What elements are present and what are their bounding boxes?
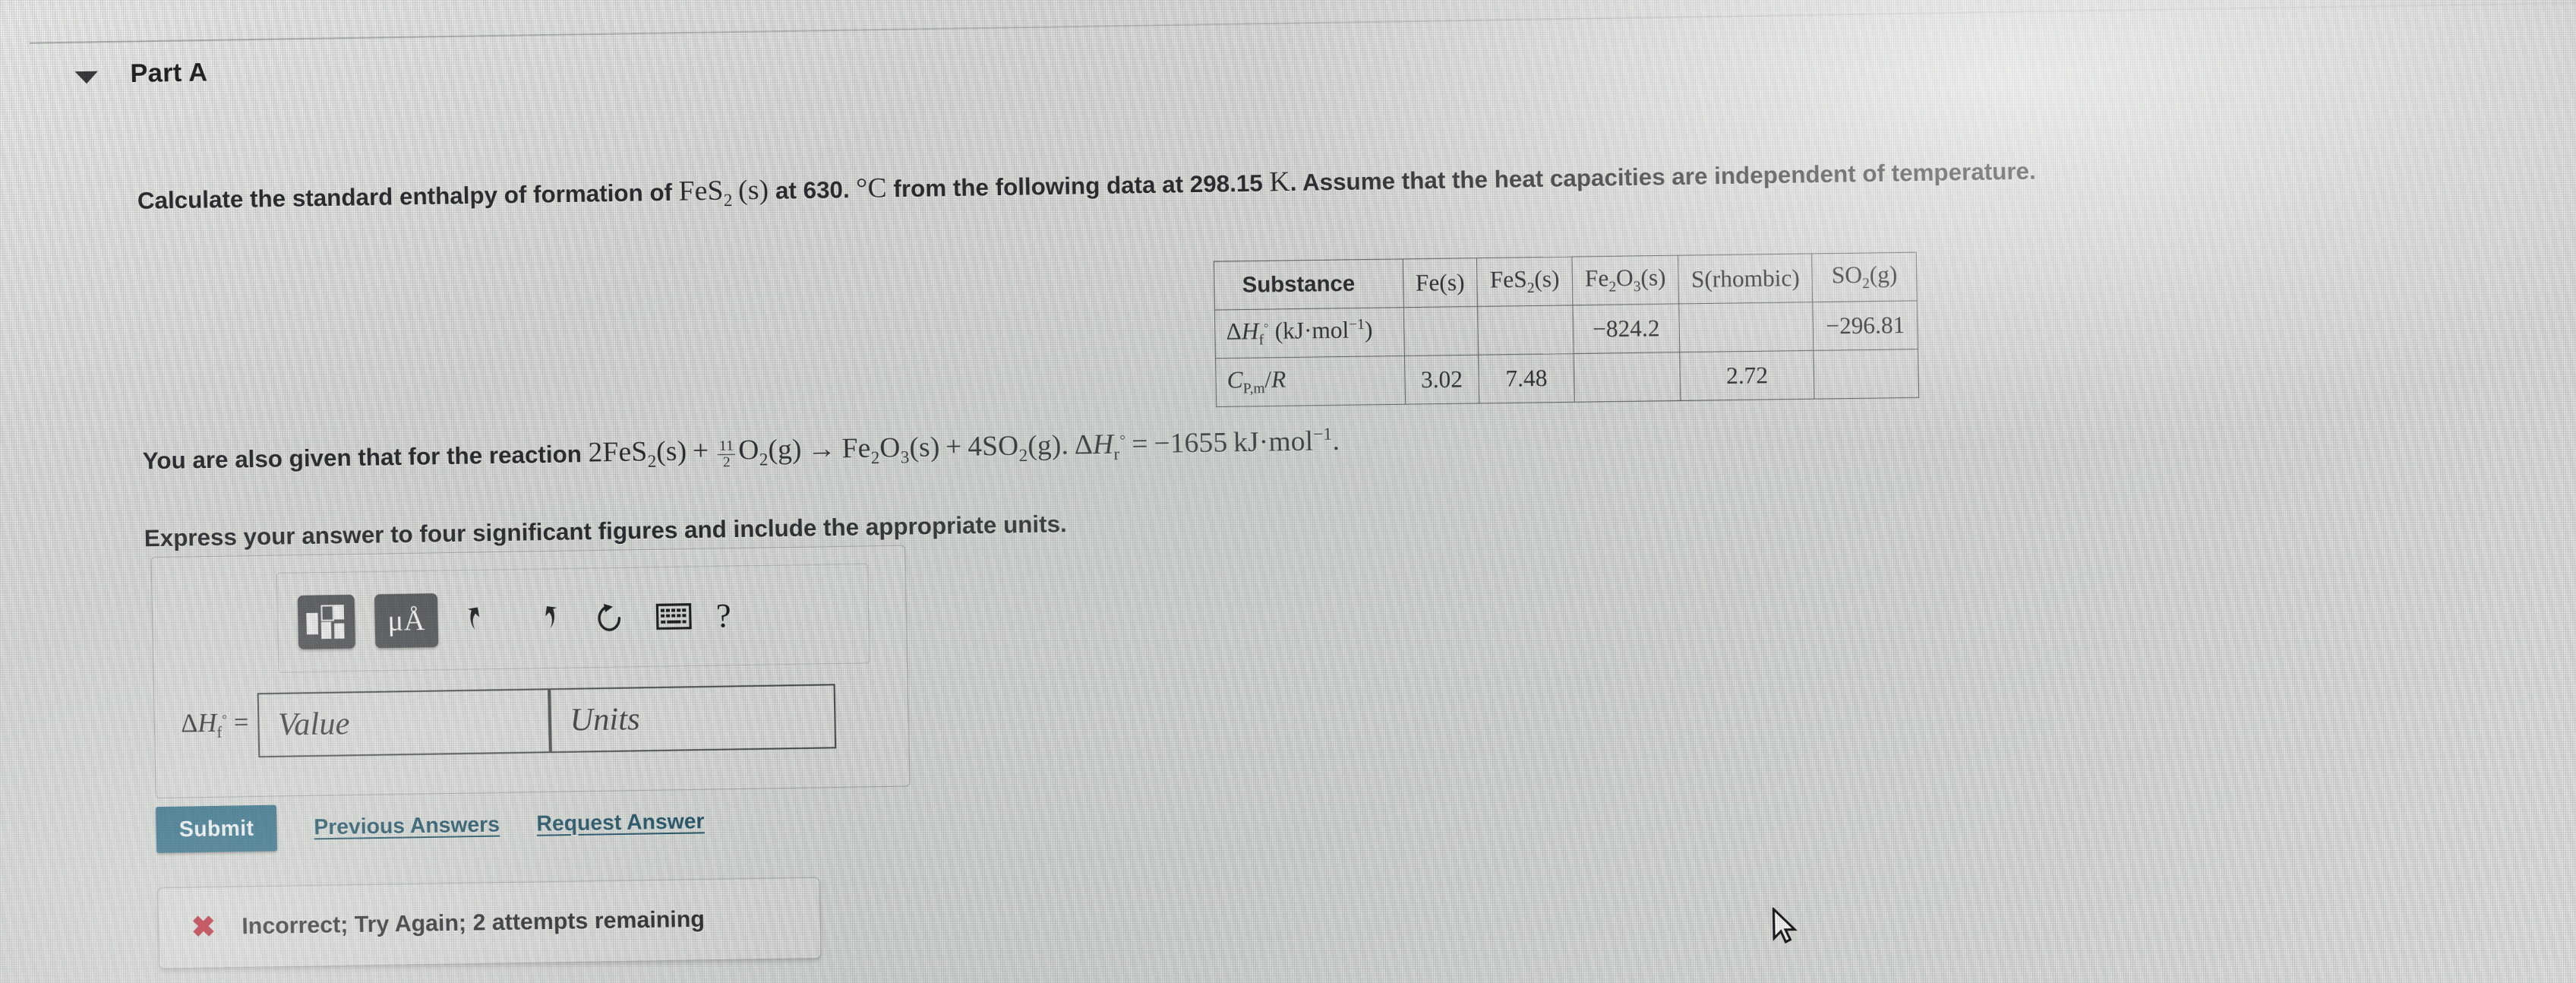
feedback-box: ✖ Incorrect; Try Again; 2 attempts remai… bbox=[157, 877, 822, 969]
answer-instructions: Express your answer to four significant … bbox=[144, 510, 1068, 552]
value-placeholder: Value bbox=[277, 706, 350, 743]
question-text-d: . Assume that the heat capacities are in… bbox=[1290, 157, 2037, 197]
question-statement-line-2: You are also given that for the reaction… bbox=[142, 425, 1340, 480]
incorrect-icon: ✖ bbox=[191, 911, 216, 944]
caret-down-icon[interactable] bbox=[74, 71, 99, 84]
column-header-fe: Fe(s) bbox=[1402, 258, 1478, 308]
value-input[interactable]: Value bbox=[257, 688, 551, 758]
cell-cp-so2 bbox=[1814, 349, 1919, 400]
unit-kelvin: K bbox=[1269, 166, 1291, 198]
feedback-message: Incorrect; Try Again; 2 attempts remaini… bbox=[242, 906, 706, 940]
formula-fes2: FeS2 (s) bbox=[678, 174, 769, 210]
cell-cp-s-rhombic: 2.72 bbox=[1679, 350, 1815, 401]
math-template-icon[interactable] bbox=[297, 594, 356, 650]
units-button-label: μÅ bbox=[387, 604, 426, 637]
column-header-fe2o3: Fe2O3(s) bbox=[1571, 255, 1679, 305]
units-placeholder: Units bbox=[570, 701, 641, 738]
submit-button[interactable]: Submit bbox=[156, 804, 278, 853]
question-text-a: Calculate the standard enthalpy of forma… bbox=[137, 179, 680, 215]
cell-cp-fe: 3.02 bbox=[1403, 355, 1479, 405]
column-header-fes2: FeS2(s) bbox=[1476, 257, 1573, 307]
answer-label: ΔHf◦ = bbox=[180, 709, 249, 742]
units-button[interactable]: μÅ bbox=[374, 593, 439, 649]
cell-enthalpy-fes2 bbox=[1477, 305, 1574, 356]
part-header[interactable]: Part A bbox=[74, 58, 208, 90]
undo-icon[interactable] bbox=[457, 595, 503, 645]
mouse-pointer-icon bbox=[1770, 906, 1802, 950]
question-text-c: from the following data at 298.15 bbox=[886, 169, 1270, 203]
table-row: ΔHf◦ (kJ·mol−1) −824.2 −296.81 bbox=[1214, 300, 1918, 359]
template-glyph bbox=[306, 605, 347, 640]
cell-cp-fes2: 7.48 bbox=[1478, 353, 1575, 403]
reaction-equation: 2FeS2(s) + 11 2 O2(g) → Fe2O3(s) + 4SO2(g) bbox=[588, 430, 1062, 472]
cell-enthalpy-fe bbox=[1403, 306, 1479, 356]
reaction-enthalpy: . ΔHr◦ = −1655 kJ·mol−1. bbox=[1061, 425, 1340, 464]
thermodynamic-data-table: Substance Fe(s) FeS2(s) Fe2O3(s) S(rhomb… bbox=[1214, 252, 1919, 407]
answer-input-row: ΔHf◦ = Value Units bbox=[180, 684, 837, 759]
table-row: CP,m/R 3.02 7.48 2.72 bbox=[1215, 349, 1919, 407]
cell-enthalpy-fe2o3: −824.2 bbox=[1572, 303, 1680, 354]
redo-icon[interactable] bbox=[522, 593, 567, 643]
cell-enthalpy-so2: −296.81 bbox=[1813, 300, 1918, 351]
reset-icon[interactable] bbox=[586, 593, 632, 643]
assignment-page: Part A Calculate the standard enthalpy o… bbox=[0, 0, 2576, 983]
question-statement-line-1: Calculate the standard enthalpy of forma… bbox=[137, 153, 2036, 220]
unit-celsius: °C bbox=[855, 172, 888, 205]
page-title: Part A bbox=[130, 58, 208, 89]
submit-row: Submit Previous Answers Request Answer bbox=[156, 798, 705, 853]
math-toolbar: μÅ ? bbox=[276, 563, 870, 673]
cell-enthalpy-s-rhombic bbox=[1678, 302, 1814, 352]
keyboard-icon[interactable] bbox=[651, 592, 696, 642]
row-header-heat-capacity: CP,m/R bbox=[1215, 356, 1406, 407]
screen-photo: Part A Calculate the standard enthalpy o… bbox=[0, 0, 2576, 983]
column-header-so2: SO2(g) bbox=[1811, 252, 1918, 302]
answer-entry-panel: μÅ ? ΔHf◦ = Value Units bbox=[150, 545, 911, 799]
request-answer-link[interactable]: Request Answer bbox=[536, 809, 705, 836]
header-divider bbox=[30, 2, 2576, 44]
previous-answers-link[interactable]: Previous Answers bbox=[314, 812, 500, 839]
table-header-row: Substance Fe(s) FeS2(s) Fe2O3(s) S(rhomb… bbox=[1214, 252, 1918, 310]
question-text-reaction-intro: You are also given that for the reaction bbox=[142, 440, 589, 475]
cell-cp-fe2o3 bbox=[1573, 352, 1681, 403]
help-icon[interactable]: ? bbox=[715, 596, 731, 634]
row-header-enthalpy: ΔHf◦ (kJ·mol−1) bbox=[1214, 307, 1404, 359]
column-header-s-rhombic: S(rhombic) bbox=[1678, 253, 1814, 304]
question-text-b: at 630. bbox=[768, 175, 857, 205]
units-input[interactable]: Units bbox=[549, 684, 837, 754]
column-header-substance: Substance bbox=[1214, 258, 1403, 310]
